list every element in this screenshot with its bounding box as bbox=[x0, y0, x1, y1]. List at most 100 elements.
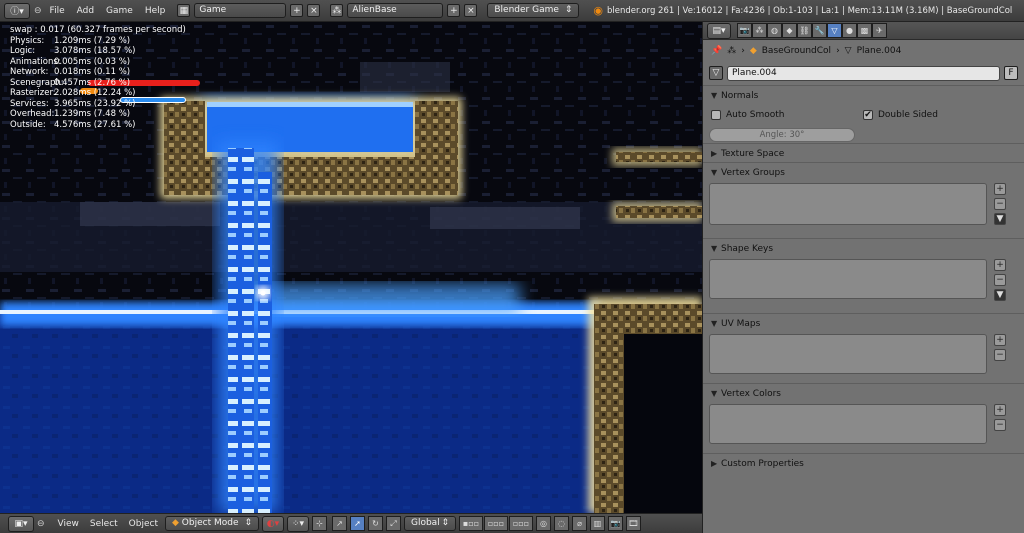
menu-file[interactable]: File bbox=[46, 6, 69, 16]
mode-dropdown[interactable]: ◆ Object Mode ⇕ bbox=[164, 516, 259, 531]
add-shape-key-button[interactable]: + bbox=[994, 259, 1006, 271]
screen-name-field[interactable]: Game bbox=[194, 3, 287, 18]
proportional-edit-icon[interactable]: ◌ bbox=[553, 516, 569, 531]
profile-row-physics: Physics: 1.209ms (7.29 %) bbox=[10, 35, 131, 46]
profiler-overlay: swap : 0.017 (60.327 frames per second) … bbox=[10, 25, 186, 130]
updown-icon-mode: ⇕ bbox=[244, 518, 252, 528]
fake-user-button[interactable]: F bbox=[1004, 66, 1018, 80]
double-sided-checkbox[interactable]: ✔ bbox=[863, 110, 873, 120]
swap-line: swap : 0.017 (60.327 frames per second) bbox=[10, 25, 186, 35]
mesh-browse-icon[interactable]: ▽ bbox=[709, 66, 723, 80]
scene-tab-icon[interactable]: ⁂ bbox=[752, 23, 767, 38]
angle-slider[interactable]: Angle: 30° bbox=[709, 128, 855, 142]
chevron-right-icon: › bbox=[741, 46, 745, 56]
snap-toggle-icon[interactable]: ⌀ bbox=[571, 516, 587, 531]
remove-shape-key-button[interactable]: − bbox=[994, 274, 1006, 286]
pivot-point-button[interactable]: ⁘▾ bbox=[286, 515, 309, 532]
layer-grid-3-icon[interactable]: ▫▫▫ bbox=[508, 516, 533, 531]
angle-value: Angle: 30° bbox=[759, 130, 805, 140]
profile-row-scenegraph: Scenegraph: 0.457ms (2.76 %) bbox=[10, 77, 131, 88]
orientation-dropdown[interactable]: Global ⇕ bbox=[403, 516, 456, 531]
shape-keys-header[interactable]: ▼ Shape Keys bbox=[703, 239, 1024, 258]
scene-name-field[interactable]: AlienBase bbox=[347, 3, 444, 18]
opengl-anim-icon[interactable]: 🎞 bbox=[625, 516, 641, 531]
scene-icon[interactable]: ⁂ bbox=[330, 4, 344, 17]
editor-type-button-3d[interactable]: ▣▾ bbox=[8, 515, 34, 532]
add-uv-map-button[interactable]: + bbox=[994, 334, 1006, 346]
menu-add[interactable]: Add bbox=[73, 6, 98, 16]
game-viewport[interactable]: swap : 0.017 (60.327 frames per second) … bbox=[0, 22, 702, 513]
vertex-groups-list[interactable] bbox=[709, 183, 987, 225]
menu-game[interactable]: Game bbox=[102, 6, 137, 16]
normals-panel-header[interactable]: ▼ Normals bbox=[703, 86, 1024, 105]
auto-smooth-option[interactable]: Auto Smooth bbox=[711, 110, 784, 120]
texture-space-header[interactable]: ▶ Texture Space bbox=[703, 144, 1024, 163]
shape-keys-list[interactable] bbox=[709, 259, 987, 299]
custom-properties-header[interactable]: ▶ Custom Properties bbox=[703, 454, 1024, 473]
menu-view[interactable]: View bbox=[54, 519, 83, 529]
layer-grid-1-icon[interactable]: ▪▫▫ bbox=[458, 516, 483, 531]
add-vertex-color-button[interactable]: + bbox=[994, 404, 1006, 416]
mesh-name-field[interactable]: Plane.004 bbox=[727, 65, 1000, 81]
uv-maps-header[interactable]: ▼ UV Maps bbox=[703, 314, 1024, 333]
collapsed-triangle-icon: ▶ bbox=[711, 149, 718, 158]
texture-tab-icon[interactable]: ▩ bbox=[857, 23, 872, 38]
collapse-menu-icon-3d[interactable]: ⊖ bbox=[37, 519, 45, 529]
editor-type-button-props[interactable]: ▤▾ bbox=[707, 22, 731, 39]
vertex-colors-header[interactable]: ▼ Vertex Colors bbox=[703, 384, 1024, 403]
menu-object[interactable]: Object bbox=[125, 519, 162, 529]
render-engine-dropdown[interactable]: Blender Game ⇕ bbox=[487, 3, 580, 18]
add-scene-button[interactable]: + bbox=[447, 4, 461, 17]
opengl-render-icon[interactable]: 📷 bbox=[607, 516, 623, 531]
collapse-menu-icon[interactable]: ⊖ bbox=[34, 6, 42, 16]
translate-manipulator-icon[interactable]: ↗ bbox=[331, 516, 347, 531]
screen-layout-icon[interactable]: ▦ bbox=[177, 4, 191, 17]
modifiers-tab-icon[interactable]: 🔧 bbox=[812, 23, 827, 38]
viewport-shading-button[interactable]: ◐▾ bbox=[261, 515, 284, 532]
vertex-groups-header[interactable]: ▼ Vertex Groups bbox=[703, 163, 1024, 182]
info-icon: ⓘ▾ bbox=[10, 7, 24, 17]
scale-manipulator-icon[interactable]: ⤢ bbox=[385, 516, 401, 531]
render-engine-label: Blender Game bbox=[494, 5, 559, 15]
delete-scene-button[interactable]: × bbox=[464, 4, 478, 17]
menu-help[interactable]: Help bbox=[141, 6, 170, 16]
pin-icon[interactable]: 📌 bbox=[711, 46, 722, 56]
constraints-tab-icon[interactable]: ⛓ bbox=[797, 23, 812, 38]
object-mode-label: ◆ Object Mode bbox=[171, 518, 239, 528]
texture-space-panel: ▶ Texture Space bbox=[703, 143, 1024, 162]
mesh-data-tab-icon[interactable]: ▽ bbox=[827, 23, 842, 38]
material-tab-icon[interactable]: ● bbox=[842, 23, 857, 38]
object-tab-icon[interactable]: ◆ bbox=[782, 23, 797, 38]
uv-maps-list[interactable] bbox=[709, 334, 987, 374]
vertex-colors-list[interactable] bbox=[709, 404, 987, 444]
scene-stats: blender.org 261 | Ve:16012 | Fa:4236 | O… bbox=[606, 5, 1013, 16]
remove-vertex-color-button[interactable]: − bbox=[994, 419, 1006, 431]
remove-vertex-group-button[interactable]: − bbox=[994, 198, 1006, 210]
vertex-group-specials-button[interactable]: ▼ bbox=[994, 213, 1006, 225]
layer-grid-2-icon[interactable]: ▫▫▫ bbox=[483, 516, 508, 531]
translate-active-icon[interactable]: ➚ bbox=[349, 516, 365, 531]
add-screen-button[interactable]: + bbox=[290, 4, 304, 17]
properties-icon: ▤▾ bbox=[712, 25, 726, 36]
add-vertex-group-button[interactable]: + bbox=[994, 183, 1006, 195]
snap-element-icon[interactable]: ▥ bbox=[589, 516, 605, 531]
vertex-groups-panel: ▼ Vertex Groups + − ▼ bbox=[703, 162, 1024, 238]
updown-icon: ⇕ bbox=[564, 5, 573, 15]
double-sided-option[interactable]: ✔ Double Sided bbox=[863, 110, 938, 120]
physics-tab-icon[interactable]: ✈ bbox=[872, 23, 887, 38]
shape-key-specials-button[interactable]: ▼ bbox=[994, 289, 1006, 301]
menu-select[interactable]: Select bbox=[86, 519, 122, 529]
info-header: ⓘ▾ ⊖ File Add Game Help ▦ Game + × ⁂ Ali… bbox=[0, 0, 1024, 22]
lock-layer-icon[interactable]: ◎ bbox=[535, 516, 551, 531]
delete-screen-button[interactable]: × bbox=[307, 4, 321, 17]
layer-buttons[interactable]: ▪▫▫ ▫▫▫ ▫▫▫ bbox=[458, 516, 533, 531]
render-tab-icon[interactable]: 📷 bbox=[737, 23, 752, 38]
editor-type-button[interactable]: ⓘ▾ bbox=[4, 2, 30, 19]
world-tab-icon[interactable]: ◍ bbox=[767, 23, 782, 38]
rotate-manipulator-icon[interactable]: ↻ bbox=[367, 516, 383, 531]
manipulator-toggle-icon[interactable]: ⊹ bbox=[311, 516, 327, 531]
auto-smooth-checkbox[interactable] bbox=[711, 110, 721, 120]
mesh-context-icon: ▽ bbox=[844, 46, 852, 56]
expand-triangle-icon: ▼ bbox=[711, 244, 718, 253]
remove-uv-map-button[interactable]: − bbox=[994, 349, 1006, 361]
